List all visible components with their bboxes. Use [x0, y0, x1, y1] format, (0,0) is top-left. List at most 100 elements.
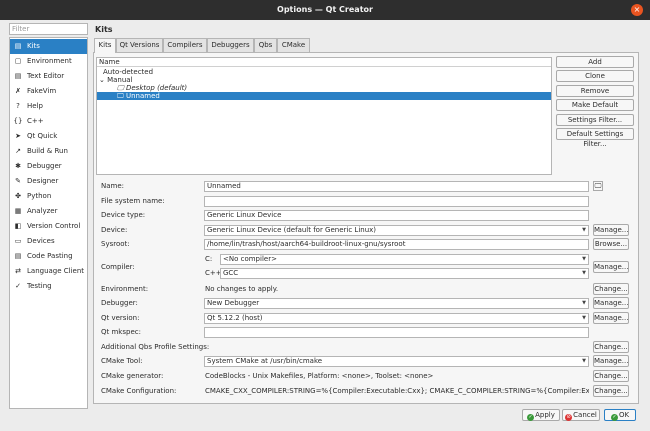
remove-button[interactable]: Remove	[556, 85, 634, 97]
sidebar-item-fakevim[interactable]: ✗ FakeVim	[10, 84, 87, 99]
sidebar-item-debugger[interactable]: ✱ Debugger	[10, 159, 87, 174]
sidebar-item-build-run[interactable]: ↗ Build & Run	[10, 144, 87, 159]
name-label: Name:	[101, 182, 125, 190]
make-default-button[interactable]: Make Default	[556, 99, 634, 111]
file-system-name-field[interactable]	[204, 196, 589, 207]
cmake-configuration-change-button[interactable]: Change...	[593, 385, 629, 397]
designer-icon: ✎	[15, 177, 21, 185]
cmake-tool-label: CMake Tool:	[101, 357, 143, 365]
window-title: Options — Qt Creator	[277, 5, 373, 14]
sidebar-item-language-client[interactable]: ⇄ Language Client	[10, 264, 87, 279]
device-type-label: Device type:	[101, 211, 146, 219]
add-button[interactable]: Add	[556, 56, 634, 68]
environment-change-button[interactable]: Change...	[593, 283, 629, 295]
tree-row-unnamed[interactable]: 🖵 Unnamed	[97, 92, 551, 100]
sidebar-item-kits[interactable]: ▤ Kits	[10, 39, 87, 54]
clone-button[interactable]: Clone	[556, 70, 634, 82]
qt-version-combo[interactable]: Qt 5.12.2 (host) ▼	[204, 313, 589, 324]
tab-qbs[interactable]: Qbs	[254, 38, 277, 52]
sidebar-item-label: Testing	[27, 282, 52, 290]
qt-mkspec-field[interactable]	[204, 327, 589, 338]
tab-kits[interactable]: Kits	[94, 38, 116, 53]
cancel-label: Cancel	[573, 411, 597, 419]
device-manage-button[interactable]: Manage...	[593, 224, 629, 236]
cmake-configuration-label: CMake Configuration:	[101, 387, 177, 395]
help-icon: ?	[16, 102, 20, 110]
sidebar-item-label: FakeVim	[27, 87, 57, 95]
qt-version-label: Qt version:	[101, 314, 140, 322]
cancel-icon: ⊘	[565, 414, 573, 421]
build-run-icon: ↗	[15, 147, 21, 155]
tab-cmake[interactable]: CMake	[277, 38, 310, 52]
ok-button[interactable]: ✓ OK	[604, 409, 636, 421]
devices-icon: ▭	[14, 237, 22, 245]
sidebar-item-python[interactable]: ✤ Python	[10, 189, 87, 204]
cmake-configuration-value: CMAKE_CXX_COMPILER:STRING=%{Compiler:Exe…	[205, 387, 589, 395]
tab-compilers[interactable]: Compilers	[163, 38, 207, 52]
compiler-c-combo[interactable]: <No compiler> ▼	[220, 254, 589, 265]
debugger-manage-button[interactable]: Manage...	[593, 297, 629, 309]
checkmark-icon: ✓	[527, 414, 535, 421]
filter-input[interactable]: Filter	[9, 23, 88, 35]
qt-version-manage-button[interactable]: Manage...	[593, 312, 629, 324]
tab-debuggers[interactable]: Debuggers	[207, 38, 254, 52]
sidebar-item-label: Help	[27, 102, 43, 110]
debugger-label: Debugger:	[101, 299, 138, 307]
device-combo[interactable]: Generic Linux Device (default for Generi…	[204, 225, 589, 236]
sidebar-item-code-pasting[interactable]: ▤ Code Pasting	[10, 249, 87, 264]
qtquick-icon: ➤	[15, 132, 21, 140]
cmake-generator-change-button[interactable]: Change...	[593, 370, 629, 382]
title-bar: Options — Qt Creator ×	[0, 0, 650, 20]
sidebar-item-qt-quick[interactable]: ➤ Qt Quick	[10, 129, 87, 144]
default-settings-filter-button[interactable]: Default Settings Filter...	[556, 128, 634, 148]
sidebar-item-environment[interactable]: ▢ Environment	[10, 54, 87, 69]
sidebar-item-designer[interactable]: ✎ Designer	[10, 174, 87, 189]
qt-version-combo-value: Qt 5.12.2 (host)	[207, 314, 263, 322]
sidebar-item-testing[interactable]: ✓ Testing	[10, 279, 87, 294]
chevron-down-icon: ▼	[582, 227, 586, 233]
checkmark-icon: ✓	[610, 414, 618, 421]
sidebar-item-help[interactable]: ? Help	[10, 99, 87, 114]
tree-row-manual[interactable]: ⌄ Manual	[97, 76, 551, 84]
compiler-c-label: C:	[205, 255, 213, 263]
device-type-combo[interactable]: Generic Linux Device	[204, 210, 589, 221]
compiler-manage-button[interactable]: Manage...	[593, 261, 629, 273]
text-editor-icon: ▤	[14, 72, 22, 80]
category-list: ▤ Kits ▢ Environment ▤ Text Editor ✗ FakeVim…	[9, 37, 88, 409]
tab-qt-versions[interactable]: Qt Versions	[116, 38, 163, 52]
sidebar-item-label: Language Client	[27, 267, 85, 275]
close-icon[interactable]: ×	[631, 4, 643, 16]
ok-label: OK	[618, 411, 630, 419]
sidebar-item-label: Text Editor	[27, 72, 65, 80]
tree-header-name[interactable]: Name	[97, 58, 551, 67]
settings-filter-button[interactable]: Settings Filter...	[556, 114, 634, 126]
apply-label: Apply	[535, 411, 555, 419]
sidebar-item-devices[interactable]: ▭ Devices	[10, 234, 87, 249]
sysroot-field[interactable]: /home/lin/trash/host/aarch64-buildroot-l…	[204, 239, 589, 250]
cancel-button[interactable]: ⊘ Cancel	[562, 409, 600, 421]
cpp-icon: {}	[13, 117, 23, 125]
apply-button[interactable]: ✓ Apply	[522, 409, 560, 421]
environment-value: No changes to apply.	[205, 285, 279, 293]
sidebar-item-cpp[interactable]: {} C++	[10, 114, 87, 129]
compiler-cxx-value: GCC	[223, 269, 239, 277]
cmake-tool-combo-value: System CMake at /usr/bin/cmake	[207, 357, 323, 365]
cmake-tool-manage-button[interactable]: Manage...	[593, 355, 629, 367]
tree-row-desktop-default[interactable]: 🖵 Desktop (default)	[97, 84, 551, 92]
sidebar-item-text-editor[interactable]: ▤ Text Editor	[10, 69, 87, 84]
qbs-profile-change-button[interactable]: Change...	[593, 341, 629, 353]
fakevim-icon: ✗	[15, 87, 21, 95]
compiler-cxx-combo[interactable]: GCC ▼	[220, 268, 589, 279]
cmake-generator-label: CMake generator:	[101, 372, 164, 380]
name-field[interactable]: Unnamed	[204, 181, 589, 192]
sidebar-item-analyzer[interactable]: ▦ Analyzer	[10, 204, 87, 219]
sysroot-browse-button[interactable]: Browse...	[593, 238, 629, 250]
device-icon-button[interactable]: 🖵	[593, 181, 603, 191]
debugger-combo[interactable]: New Debugger ▼	[204, 298, 589, 309]
sidebar-item-label: Analyzer	[27, 207, 58, 215]
sidebar-item-version-control[interactable]: ◧ Version Control	[10, 219, 87, 234]
tree-row-auto-detected[interactable]: Auto-detected	[97, 68, 551, 76]
cmake-tool-combo[interactable]: System CMake at /usr/bin/cmake ▼	[204, 356, 589, 367]
kits-tree[interactable]: Name Auto-detected ⌄ Manual 🖵 Desktop (d…	[96, 57, 552, 175]
python-icon: ✤	[15, 192, 21, 200]
